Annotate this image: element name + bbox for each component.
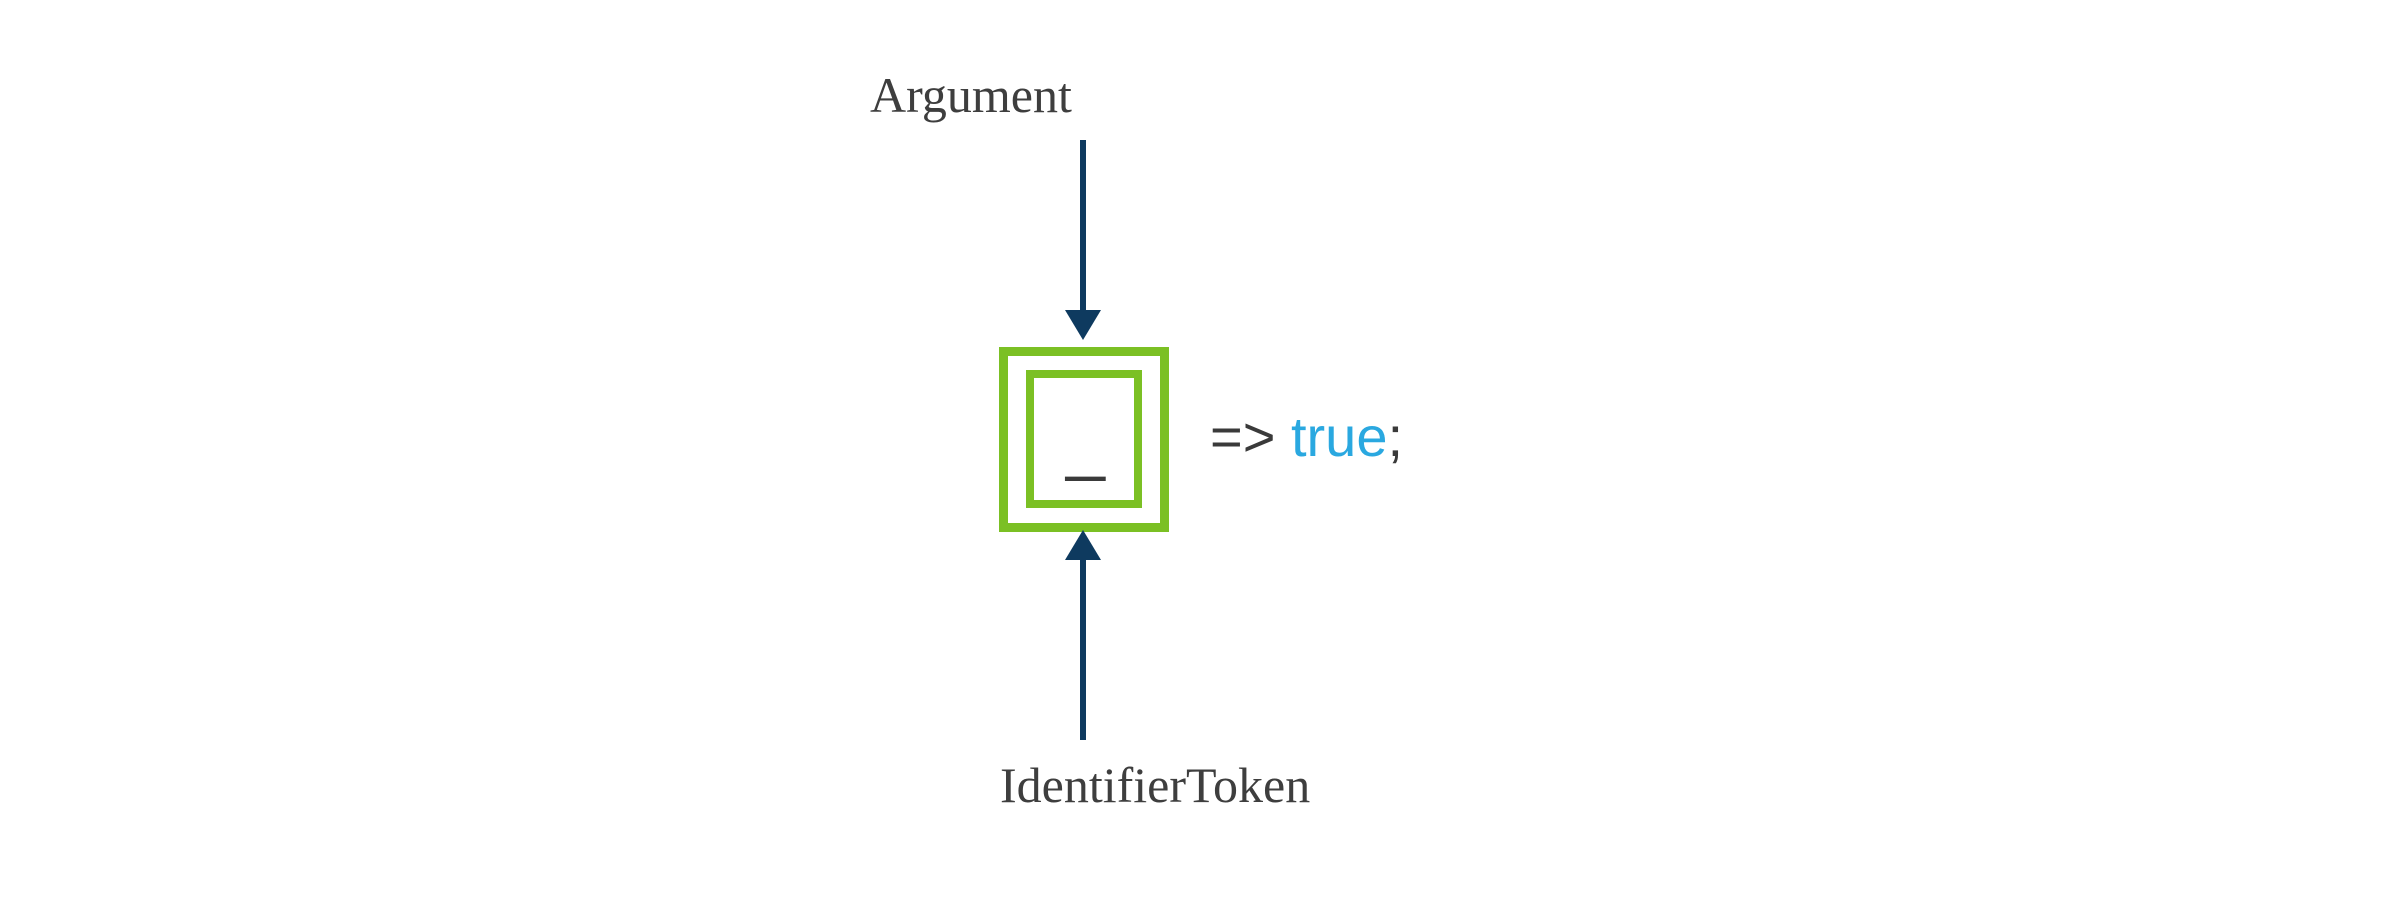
code-expression: => true; [1210, 404, 1403, 469]
semicolon: ; [1387, 405, 1403, 468]
true-keyword: true [1291, 405, 1388, 468]
diagram-stage: Argument _ => true; IdentifierToken [0, 0, 2400, 900]
label-argument: Argument [870, 66, 1072, 124]
underscore-token: _ [1066, 408, 1105, 478]
arrow-operator: => [1210, 405, 1275, 468]
label-identifier-token: IdentifierToken [1000, 756, 1310, 814]
code-space [1275, 405, 1291, 468]
